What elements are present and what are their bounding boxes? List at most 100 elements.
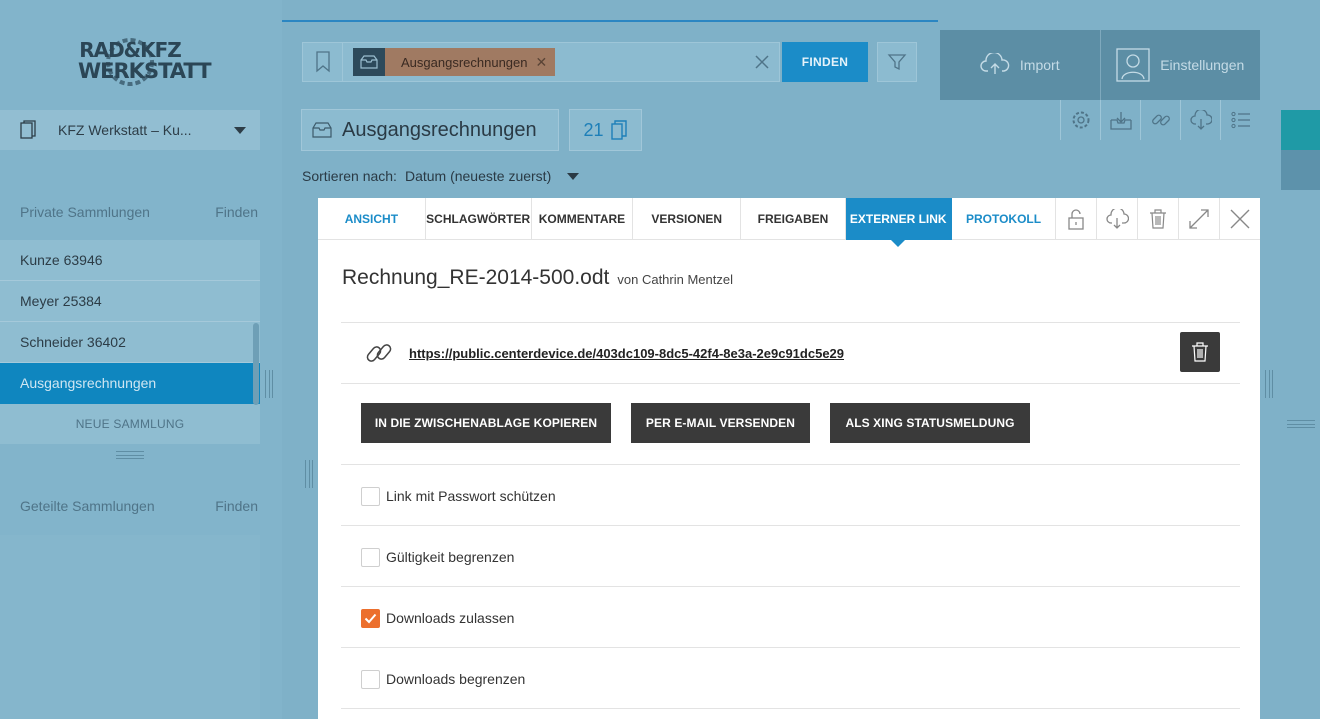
detail-tabs: ANSICHT SCHLAGWÖRTER KOMMENTARE VERSIONE…: [318, 198, 1260, 247]
new-collection-button[interactable]: NEUE SAMMLUNG: [0, 404, 260, 444]
tab-versionen[interactable]: VERSIONEN: [633, 198, 742, 240]
sort-label: Sortieren nach:: [302, 168, 397, 184]
send-email-button[interactable]: PER E-MAIL VERSENDEN: [631, 403, 810, 443]
sidebar-lower-area: [0, 535, 260, 719]
option-allow-downloads[interactable]: Downloads zulassen: [361, 608, 514, 628]
gear-icon[interactable]: [1060, 100, 1100, 140]
close-icon[interactable]: [1219, 198, 1260, 240]
filter-button[interactable]: [877, 42, 917, 82]
top-actions: Import Einstellungen: [940, 30, 1260, 100]
checkbox[interactable]: [361, 669, 380, 689]
documents-icon: [610, 120, 627, 140]
side-tab[interactable]: [1281, 110, 1320, 150]
logo-line-2: WERKSTATT: [78, 59, 212, 83]
search-tag-label: Ausgangsrechnungen: [401, 54, 528, 70]
documents-icon: [20, 120, 36, 139]
list-view-icon[interactable]: [1220, 100, 1260, 140]
option-label: Downloads begrenzen: [386, 671, 526, 687]
expand-icon[interactable]: [1178, 198, 1219, 240]
tab-schlagwoerter[interactable]: SCHLAGWÖRTER: [426, 198, 532, 240]
document-author: von Cathrin Mentzel: [617, 272, 733, 287]
private-collections-list: Kunze 63946 Meyer 25384 Schneider 36402 …: [0, 240, 260, 444]
list-item[interactable]: Schneider 36402: [0, 322, 260, 363]
copy-to-clipboard-button[interactable]: IN DIE ZWISCHENABLAGE KOPIEREN: [361, 403, 611, 443]
delete-link-button[interactable]: [1180, 332, 1220, 372]
divider: [341, 647, 1240, 648]
resize-handle[interactable]: [1265, 370, 1273, 398]
divider: [341, 708, 1240, 709]
cloud-download-icon[interactable]: [1096, 198, 1137, 240]
tab-ansicht[interactable]: ANSICHT: [318, 198, 426, 240]
import-label: Import: [1019, 57, 1060, 73]
tab-freigaben[interactable]: FREIGABEN: [741, 198, 846, 240]
tab-externer-link[interactable]: EXTERNER LINK: [845, 198, 952, 247]
private-collections-title: Private Sammlungen: [20, 204, 150, 220]
divider: [341, 464, 1240, 465]
cloud-download-icon[interactable]: [1180, 100, 1220, 140]
divider: [341, 586, 1240, 587]
import-button[interactable]: Import: [940, 30, 1101, 100]
divider: [341, 525, 1240, 526]
search-tag[interactable]: Ausgangsrechnungen ✕: [353, 48, 556, 76]
private-collections-header: Private Sammlungen Finden: [0, 197, 260, 227]
inbox-icon: [312, 122, 332, 138]
collection-toolbar: [1060, 100, 1260, 140]
tab-protokoll[interactable]: PROTOKOLL: [952, 198, 1056, 240]
settings-label: Einstellungen: [1160, 57, 1245, 73]
collection-dropdown[interactable]: KFZ Werkstatt – Ku...: [0, 110, 260, 150]
option-label: Gültigkeit begrenzen: [386, 549, 515, 565]
unlock-icon[interactable]: [1055, 198, 1096, 240]
resize-handle[interactable]: [265, 370, 273, 398]
app-logo[interactable]: RAD&KFZ WERKSTATT: [78, 38, 212, 86]
document-name: Rechnung_RE-2014-500.odt: [342, 266, 610, 289]
search-bar[interactable]: Ausgangsrechnungen ✕: [302, 42, 780, 82]
external-link-row: https://public.centerdevice.de/403dc109-…: [341, 323, 1240, 383]
divider: [341, 383, 1240, 384]
shared-collections-title: Geteilte Sammlungen: [20, 498, 155, 514]
progress-line: [282, 20, 938, 22]
private-collections-find-link[interactable]: Finden: [215, 204, 258, 220]
chevron-down-icon: [567, 172, 580, 180]
document-detail-panel: ANSICHT SCHLAGWÖRTER KOMMENTARE VERSIONE…: [318, 198, 1260, 719]
tab-kommentare[interactable]: KOMMENTARE: [532, 198, 634, 240]
list-item[interactable]: Kunze 63946: [0, 240, 260, 281]
resize-handle[interactable]: [1287, 420, 1315, 428]
tag-remove-icon[interactable]: ✕: [536, 54, 556, 71]
resize-handle[interactable]: [116, 451, 144, 459]
option-password-protect[interactable]: Link mit Passwort schützen: [361, 486, 556, 506]
option-limit-downloads[interactable]: Downloads begrenzen: [361, 669, 525, 689]
option-limit-validity[interactable]: Gültigkeit begrenzen: [361, 547, 514, 567]
xing-status-button[interactable]: ALS XING STATUSMELDUNG: [830, 403, 1030, 443]
page-title: Ausgangsrechnungen: [342, 118, 537, 141]
inbox-icon: [353, 48, 385, 76]
side-tab[interactable]: [1281, 150, 1320, 190]
clear-search-icon[interactable]: [753, 53, 771, 71]
document-count[interactable]: 21: [569, 109, 642, 151]
list-item[interactable]: Meyer 25384: [0, 281, 260, 322]
sort-control[interactable]: Sortieren nach: Datum (neueste zuerst): [302, 168, 580, 184]
filter-icon: [887, 54, 907, 71]
sidebar: RAD&KFZ WERKSTATT KFZ Werkstatt – Ku... …: [0, 0, 282, 719]
checkbox[interactable]: [361, 547, 380, 567]
find-button[interactable]: FINDEN: [782, 42, 868, 82]
checkbox[interactable]: [361, 486, 380, 506]
scrollbar-thumb[interactable]: [253, 323, 259, 405]
option-label: Downloads zulassen: [386, 610, 515, 626]
shared-collections-find-link[interactable]: Finden: [215, 498, 258, 514]
checkbox-checked[interactable]: [361, 608, 380, 628]
list-item-active[interactable]: Ausgangsrechnungen: [0, 363, 260, 404]
checkmark-icon: [364, 613, 377, 623]
option-label: Link mit Passwort schützen: [386, 488, 556, 504]
chevron-down-icon: [234, 126, 246, 134]
inbox-download-icon[interactable]: [1100, 100, 1140, 140]
resize-handle[interactable]: [305, 460, 313, 488]
trash-icon[interactable]: [1137, 198, 1178, 240]
bookmark-icon[interactable]: [303, 43, 343, 81]
cloud-upload-icon: [980, 53, 1010, 74]
settings-button[interactable]: Einstellungen: [1101, 30, 1261, 100]
shared-collections-header: Geteilte Sammlungen Finden: [0, 491, 260, 521]
link-icon[interactable]: [1140, 100, 1180, 140]
external-link-url[interactable]: https://public.centerdevice.de/403dc109-…: [409, 346, 844, 361]
user-icon: [1116, 48, 1150, 82]
sort-value: Datum (neueste zuerst): [404, 168, 552, 184]
